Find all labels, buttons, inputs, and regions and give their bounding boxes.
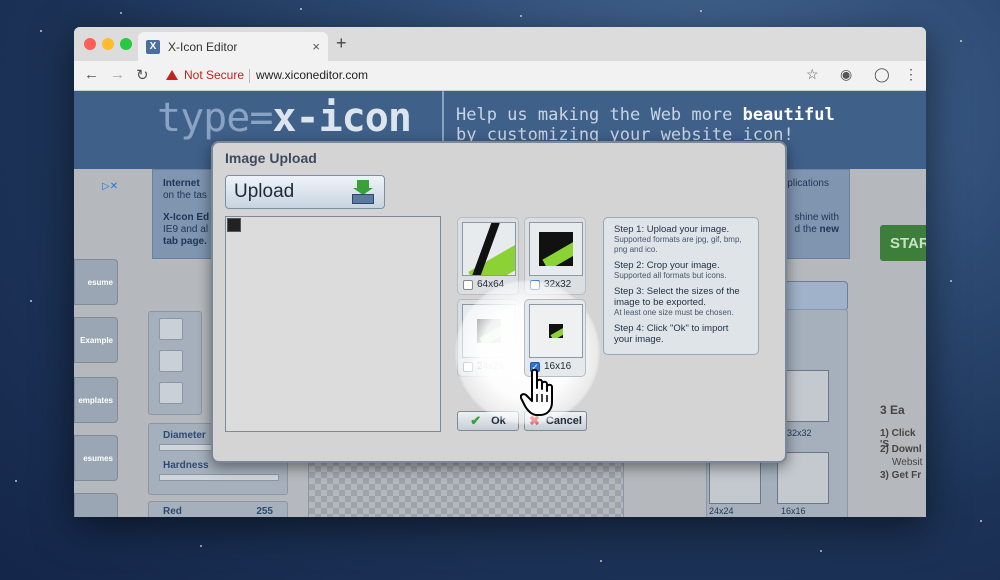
preview-16-image xyxy=(529,304,583,358)
site-logo: type=x-icon xyxy=(157,95,412,141)
close-window-button[interactable] xyxy=(84,38,96,50)
step-3: Step 3: Select the sizes of the image to… xyxy=(614,286,740,317)
red-channel: Red 255 xyxy=(148,501,288,517)
preview-caption: 24x24 xyxy=(709,506,734,516)
menu-icon[interactable]: ⋮ xyxy=(904,66,918,83)
preview-64-image xyxy=(462,222,516,276)
divider xyxy=(249,69,250,83)
easy-step: 3) Get Fr xyxy=(880,470,922,481)
new-tab-button[interactable]: + xyxy=(336,33,347,54)
browser-toolbar: ← → ↻ Not Secure www.xiconeditor.com ☆ ◉… xyxy=(74,61,926,91)
red-value: 255 xyxy=(256,506,273,517)
minimize-window-button[interactable] xyxy=(102,38,114,50)
dialog-title: Image Upload xyxy=(225,150,317,166)
eyedropper-tool-button[interactable] xyxy=(159,350,183,372)
brush-tool-button[interactable] xyxy=(159,318,183,340)
ad-choices-icon[interactable]: ▷✕ xyxy=(102,181,118,192)
sidebar-item[interactable] xyxy=(74,493,118,517)
fill-tool-button[interactable] xyxy=(159,382,183,404)
tab-close-icon[interactable]: × xyxy=(312,39,320,54)
upload-button[interactable]: Upload xyxy=(225,175,385,209)
crop-area[interactable] xyxy=(225,216,441,432)
red-label: Red xyxy=(163,506,182,517)
size-option-16-highlight[interactable]: ✓ 16x16 xyxy=(524,299,586,377)
sidebar-item-templates[interactable]: emplates xyxy=(74,377,118,423)
extension-icon[interactable]: ◉ xyxy=(840,66,852,83)
security-label: Not Secure xyxy=(184,68,245,82)
hardness-slider[interactable] xyxy=(159,474,279,481)
reload-icon[interactable]: ↻ xyxy=(136,66,149,84)
easy-step: 2) Downl xyxy=(880,444,922,455)
preview-caption: 16x16 xyxy=(781,506,806,516)
info-right-text: shine with d the new xyxy=(794,212,839,235)
upload-image-button[interactable] xyxy=(784,281,848,311)
check-icon: ✔ xyxy=(470,413,482,428)
upload-icon xyxy=(352,180,374,204)
size-checkbox-64[interactable] xyxy=(463,280,473,290)
sidebar-item-example[interactable]: Example xyxy=(74,317,118,363)
step-2: Step 2: Crop your image. Supported all fo… xyxy=(614,260,727,280)
tab-strip: X X-Icon Editor × + xyxy=(74,27,926,61)
info-title: Internet xyxy=(163,178,200,189)
hardness-label: Hardness xyxy=(163,460,209,471)
tab-title: X-Icon Editor xyxy=(168,39,238,54)
tool-palette xyxy=(148,311,202,415)
maximize-window-button[interactable] xyxy=(120,38,132,50)
start-button[interactable]: STAR xyxy=(880,225,926,261)
address-bar[interactable]: www.xiconeditor.com xyxy=(256,68,368,82)
info-text: on the tas xyxy=(163,190,207,201)
warning-icon xyxy=(166,70,178,80)
site-tagline: Help us making the Web more beautiful by … xyxy=(456,105,835,145)
crop-handle[interactable] xyxy=(227,218,241,232)
browser-tab[interactable]: X X-Icon Editor × xyxy=(138,32,328,61)
sidebar-item-resumes[interactable]: esumes xyxy=(74,435,118,481)
upload-label: Upload xyxy=(234,181,295,202)
step-1: Step 1: Upload your image. Supported form… xyxy=(614,224,742,254)
preview-caption: 32x32 xyxy=(787,428,812,438)
easy-step: Websit xyxy=(892,457,923,468)
info-right-text: plications xyxy=(787,178,829,189)
hand-cursor-icon xyxy=(520,368,553,416)
back-icon[interactable]: ← xyxy=(84,66,99,83)
favicon-icon: X xyxy=(146,39,160,54)
step-4: Step 4: Click "Ok" to import your image. xyxy=(614,323,729,345)
info-title: X-Icon Ed xyxy=(163,212,210,223)
diameter-label: Diameter xyxy=(163,430,206,441)
instructions-panel: Step 1: Upload your image. Supported form… xyxy=(603,217,759,355)
security-indicator[interactable]: Not Secure xyxy=(166,68,244,82)
preview-32-image xyxy=(529,222,583,276)
star-icon[interactable]: ☆ xyxy=(806,66,819,83)
profile-icon[interactable]: ◯ xyxy=(874,66,890,83)
easy-steps-title: 3 Ea xyxy=(880,403,905,417)
forward-icon[interactable]: → xyxy=(110,66,125,83)
sidebar-item-resume[interactable]: esume xyxy=(74,259,118,305)
